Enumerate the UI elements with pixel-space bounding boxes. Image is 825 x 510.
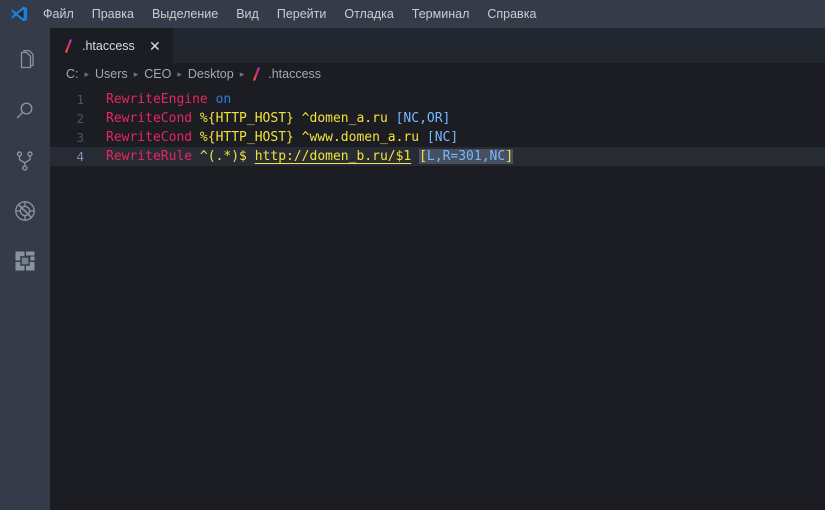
line-number: 4 bbox=[76, 149, 84, 164]
code-token-link[interactable]: http://domen_b.ru/$1 bbox=[255, 149, 412, 164]
code-token: %{HTTP_HOST} bbox=[199, 130, 294, 145]
line-content: RewriteRule ^(.*)$ http://domen_b.ru/$1 … bbox=[106, 147, 514, 166]
breadcrumb-item-file[interactable]: .htaccess bbox=[266, 67, 323, 81]
chevron-right-icon: ▸ bbox=[133, 68, 139, 79]
htaccess-file-icon bbox=[62, 38, 74, 53]
run-debug-icon bbox=[12, 198, 38, 224]
breadcrumb-item-ceo[interactable]: CEO bbox=[142, 67, 173, 81]
menu-item-help[interactable]: Справка bbox=[478, 4, 545, 25]
breadcrumb-item-desktop[interactable]: Desktop bbox=[186, 67, 236, 81]
line-content: RewriteCond %{HTTP_HOST} ^domen_a.ru [NC… bbox=[106, 109, 450, 128]
vscode-logo-icon bbox=[4, 0, 34, 28]
activity-item-explorer[interactable] bbox=[0, 36, 50, 86]
code-token-bracket-open: [ bbox=[419, 149, 427, 164]
extensions-icon bbox=[13, 249, 37, 273]
line-number: 3 bbox=[76, 130, 84, 145]
code-token: ^www.domen_a.ru bbox=[301, 130, 420, 145]
code-token: on bbox=[215, 92, 232, 107]
code-line[interactable]: 2 RewriteCond %{HTTP_HOST} ^domen_a.ru [… bbox=[50, 109, 825, 128]
files-icon bbox=[13, 49, 37, 73]
vscode-window: Файл Правка Выделение Вид Перейти Отладк… bbox=[0, 0, 825, 510]
code-token: RewriteCond bbox=[106, 130, 193, 145]
code-token: RewriteCond bbox=[106, 111, 193, 126]
code-token: [NC] bbox=[426, 130, 459, 145]
menu-item-terminal[interactable]: Терминал bbox=[403, 4, 479, 25]
code-token: ^domen_a.ru bbox=[301, 111, 388, 126]
code-token: RewriteEngine bbox=[106, 92, 208, 107]
code-token: ^(.*)$ bbox=[199, 149, 247, 164]
chevron-right-icon: ▸ bbox=[84, 68, 90, 79]
activity-item-search[interactable] bbox=[0, 86, 50, 136]
tab-bar: .htaccess ✕ bbox=[50, 28, 825, 63]
htaccess-file-icon bbox=[250, 67, 262, 81]
activity-bar bbox=[0, 28, 50, 510]
editor-group: .htaccess ✕ C: ▸ Users ▸ CEO ▸ Desktop ▸ bbox=[50, 28, 825, 510]
activity-item-source-control[interactable] bbox=[0, 136, 50, 186]
menu-item-edit[interactable]: Правка bbox=[83, 4, 143, 25]
code-editor[interactable]: 1 RewriteEngine on 2 RewriteCond %{HTTP_… bbox=[50, 85, 825, 510]
chevron-right-icon: ▸ bbox=[239, 68, 245, 79]
code-token: [NC,OR] bbox=[395, 111, 451, 126]
chevron-right-icon: ▸ bbox=[177, 68, 182, 79]
search-icon bbox=[13, 99, 37, 123]
code-token: %{HTTP_HOST} bbox=[199, 111, 294, 126]
line-number: 2 bbox=[76, 111, 84, 126]
menu-item-view[interactable]: Вид bbox=[227, 4, 268, 25]
activity-item-extensions[interactable] bbox=[0, 236, 50, 286]
tab-label: .htaccess bbox=[82, 38, 135, 53]
workbench-body: .htaccess ✕ C: ▸ Users ▸ CEO ▸ Desktop ▸ bbox=[0, 28, 825, 510]
breadcrumb: C: ▸ Users ▸ CEO ▸ Desktop ▸ .htaccess bbox=[50, 63, 825, 85]
close-icon[interactable]: ✕ bbox=[147, 38, 163, 54]
menu-item-debug[interactable]: Отладка bbox=[335, 4, 402, 25]
code-line[interactable]: 3 RewriteCond %{HTTP_HOST} ^www.domen_a.… bbox=[50, 128, 825, 147]
breadcrumb-item-users[interactable]: Users bbox=[93, 67, 130, 81]
menu-item-selection[interactable]: Выделение bbox=[143, 4, 227, 25]
source-control-branch-icon bbox=[13, 149, 37, 173]
line-content: RewriteEngine on bbox=[106, 90, 231, 109]
code-line-active[interactable]: 4 RewriteRule ^(.*)$ http://domen_b.ru/$… bbox=[50, 147, 825, 166]
code-token: L,R=301,NC bbox=[426, 149, 506, 164]
activity-item-run-and-debug[interactable] bbox=[0, 186, 50, 236]
line-number: 1 bbox=[76, 92, 84, 107]
tab-htaccess[interactable]: .htaccess ✕ bbox=[50, 28, 174, 63]
menu-item-go[interactable]: Перейти bbox=[268, 4, 336, 25]
menu-bar: Файл Правка Выделение Вид Перейти Отладк… bbox=[0, 0, 825, 28]
line-content: RewriteCond %{HTTP_HOST} ^www.domen_a.ru… bbox=[106, 128, 458, 147]
code-token: RewriteRule bbox=[106, 149, 193, 164]
code-token-bracket-close: ] bbox=[505, 149, 514, 164]
code-line[interactable]: 1 RewriteEngine on bbox=[50, 90, 825, 109]
menu-item-file[interactable]: Файл bbox=[34, 4, 83, 25]
breadcrumb-item-drive[interactable]: C: bbox=[64, 67, 81, 81]
